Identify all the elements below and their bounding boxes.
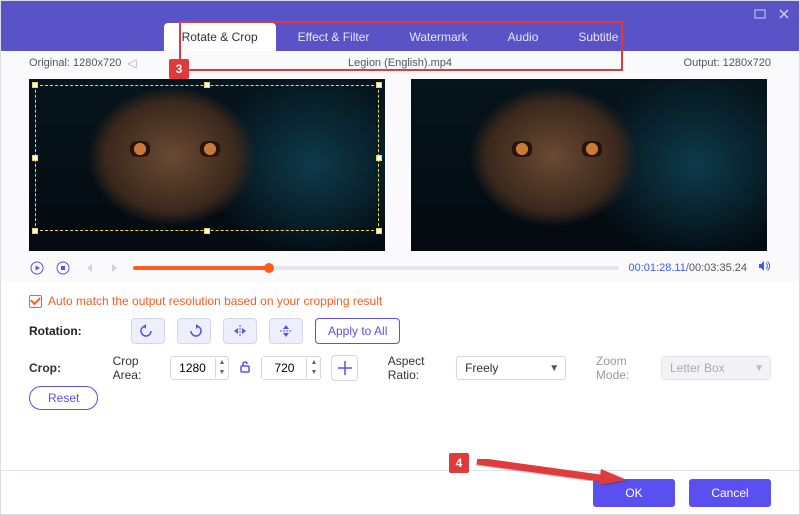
minimize-icon[interactable] (753, 7, 767, 21)
preview-output (411, 79, 767, 251)
zoom-mode-select: Letter Box ▼ (661, 356, 771, 380)
progress-thumb[interactable] (264, 263, 274, 273)
auto-match-checkbox[interactable] (29, 295, 42, 308)
crop-label: Crop: (29, 361, 103, 375)
aspect-ratio-select[interactable]: Freely ▼ (456, 356, 566, 380)
progress-bar[interactable] (133, 266, 619, 270)
aspect-ratio-label: Aspect Ratio: (388, 354, 446, 382)
filename-label: Legion (English).mp4 (201, 57, 639, 69)
close-icon[interactable] (777, 7, 791, 21)
time-display: 00:01:28.11/00:03:35.24 (629, 262, 747, 274)
video-frame (411, 79, 767, 251)
ok-button[interactable]: OK (593, 479, 675, 507)
window-controls (753, 7, 791, 21)
annotation-3-label: 3 (169, 59, 189, 79)
lock-aspect-icon[interactable] (239, 360, 251, 377)
auto-match-label: Auto match the output resolution based o… (48, 294, 382, 308)
crop-height-stepper[interactable]: ▲▼ (261, 356, 321, 380)
time-current: 00:01:28.11 (629, 262, 686, 274)
cancel-button[interactable]: Cancel (689, 479, 771, 507)
caret-down-icon: ▼ (754, 363, 764, 374)
play-icon[interactable] (29, 260, 45, 276)
tabs: Rotate & Crop Effect & Filter Watermark … (1, 1, 799, 51)
preview-original[interactable] (29, 79, 385, 251)
crop-width-stepper[interactable]: ▲▼ (170, 356, 230, 380)
flip-horizontal-icon[interactable] (223, 318, 257, 344)
chevron-left-icon[interactable]: ◁ (127, 56, 136, 70)
controls-panel: Auto match the output resolution based o… (1, 282, 799, 410)
rotation-row: Rotation: Apply to All (29, 318, 771, 344)
crop-row: Crop: Crop Area: ▲▼ ▲▼ Aspect Ratio: Fre… (29, 354, 771, 382)
zoom-mode-value: Letter Box (670, 361, 725, 375)
apply-to-all-button[interactable]: Apply to All (315, 318, 400, 344)
reset-button[interactable]: Reset (29, 386, 98, 410)
time-total: 00:03:35.24 (689, 262, 747, 274)
aspect-ratio-value: Freely (465, 361, 498, 375)
titlebar: Rotate & Crop Effect & Filter Watermark … (1, 1, 799, 51)
preview-row (1, 75, 799, 251)
app-window: Rotate & Crop Effect & Filter Watermark … (0, 0, 800, 515)
output-resolution: Output: 1280x720 (639, 57, 799, 69)
rotate-right-icon[interactable] (177, 318, 211, 344)
original-resolution: Original: 1280x720 (29, 57, 121, 69)
next-frame-icon[interactable] (107, 260, 123, 276)
rotation-label: Rotation: (29, 324, 119, 338)
crop-height-input[interactable] (262, 357, 306, 379)
center-crop-icon[interactable] (331, 355, 358, 381)
arrow-up-icon[interactable]: ▲ (216, 358, 229, 368)
footer: OK Cancel (1, 470, 799, 514)
crop-width-input[interactable] (171, 357, 215, 379)
auto-match-row[interactable]: Auto match the output resolution based o… (29, 294, 771, 308)
info-bar: Original: 1280x720 ◁ Legion (English).mp… (1, 51, 799, 75)
arrow-down-icon[interactable]: ▼ (307, 368, 320, 378)
prev-frame-icon[interactable] (81, 260, 97, 276)
crop-area-label: Crop Area: (113, 354, 160, 382)
arrow-up-icon[interactable]: ▲ (307, 358, 320, 368)
annotation-4-label: 4 (449, 453, 469, 473)
video-frame (29, 79, 385, 251)
caret-down-icon: ▼ (549, 363, 559, 374)
arrow-down-icon[interactable]: ▼ (216, 368, 229, 378)
stop-icon[interactable] (55, 260, 71, 276)
zoom-mode-label: Zoom Mode: (596, 354, 651, 382)
tab-watermark[interactable]: Watermark (391, 23, 485, 51)
rotate-left-icon[interactable] (131, 318, 165, 344)
tab-effect-filter[interactable]: Effect & Filter (280, 23, 388, 51)
playback-bar: 00:01:28.11/00:03:35.24 (1, 251, 799, 282)
tab-rotate-crop[interactable]: Rotate & Crop (164, 23, 276, 51)
tab-subtitle[interactable]: Subtitle (560, 23, 636, 51)
flip-vertical-icon[interactable] (269, 318, 303, 344)
volume-icon[interactable] (757, 259, 771, 276)
tab-audio[interactable]: Audio (490, 23, 557, 51)
